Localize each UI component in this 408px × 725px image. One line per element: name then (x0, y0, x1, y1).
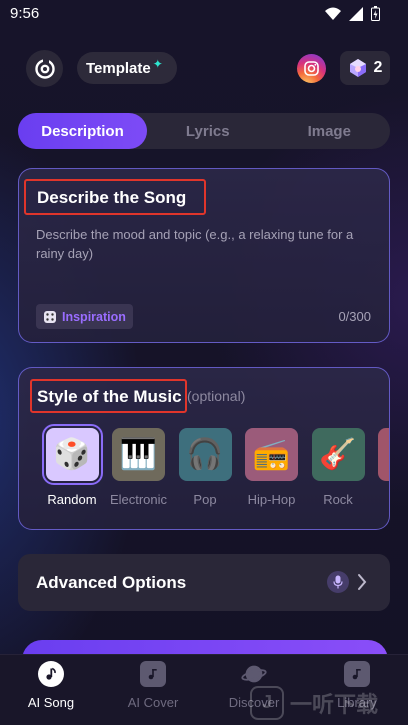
instagram-icon (304, 61, 319, 76)
style-option[interactable]: 🎸 Rock (305, 428, 371, 507)
mode-tabs: Description Lyrics Image (18, 113, 390, 149)
app-logo-icon (34, 57, 55, 79)
style-option-label: Rock (323, 492, 353, 507)
watermark: J 一听下载 (250, 680, 408, 725)
tab-image[interactable]: Image (269, 113, 391, 149)
watermark-text: 一听下载 (290, 691, 379, 717)
nav-label: AI Song (27, 695, 75, 710)
style-options: 🎲 Random 🎹 Electronic 🎧 Pop 📻 Hip-Hop 🎸 Rock (39, 424, 389, 507)
style-option[interactable]: 🎹 Electronic (106, 428, 172, 507)
music-style-card: Style of the Music (optional) 🎲 Random 🎹 El… (18, 367, 390, 530)
template-label: Template (86, 59, 151, 77)
battery-icon (371, 6, 380, 21)
sparkle-icon: ✦ (152, 57, 163, 71)
style-option[interactable]: 📻 Hip-Hop (239, 428, 305, 507)
status-time: 9:56 (10, 5, 40, 22)
credits-badge[interactable]: 2 (340, 51, 390, 85)
guitar-icon: 🎸 (311, 428, 365, 481)
chevron-right-icon (358, 574, 367, 590)
microphone-icon[interactable] (327, 571, 349, 593)
app-header: Template ✦ 2 (0, 48, 408, 88)
description-input[interactable]: Describe the mood and topic (e.g., a rel… (36, 225, 376, 263)
music-file-icon (140, 661, 166, 687)
advanced-options-row[interactable]: Advanced Options (18, 554, 390, 611)
style-option-label: Hip-Hop (247, 492, 296, 507)
boombox-icon: 📻 (245, 428, 298, 481)
style-option-label: Electronic (109, 492, 168, 507)
headphones-icon: 🎧 (178, 428, 232, 481)
nav-ai-cover[interactable]: AI Cover (113, 661, 193, 710)
status-bar: 9:56 (0, 0, 408, 30)
signal-icon (349, 6, 363, 21)
style-title: Style of the Music (37, 387, 182, 406)
template-button[interactable]: Template ✦ (77, 52, 177, 84)
gem-icon (349, 59, 366, 77)
describe-song-card[interactable]: Describe the Song Describe the mood and … (18, 168, 390, 343)
describe-title: Describe the Song (37, 188, 187, 207)
instagram-button[interactable] (297, 54, 326, 83)
advanced-options-label: Advanced Options (36, 573, 187, 592)
nav-label: AI Cover (127, 695, 179, 710)
inspiration-button[interactable]: Inspiration (36, 304, 133, 329)
tab-lyrics[interactable]: Lyrics (147, 113, 269, 149)
background (0, 0, 408, 725)
wifi-icon (325, 7, 341, 20)
dice-icon (44, 310, 56, 323)
style-option[interactable]: 🎲 Random (39, 424, 105, 507)
style-option[interactable]: 🎧 Pop (172, 428, 238, 507)
watermark-logo-icon: J (250, 685, 284, 720)
more-style-icon (378, 428, 389, 481)
style-option-label: Random (47, 492, 97, 507)
app-logo-button[interactable] (26, 50, 63, 87)
character-counter: 0/300 (338, 309, 371, 324)
dice-icon: 🎲 (41, 424, 103, 485)
nav-ai-song[interactable]: AI Song (11, 661, 91, 710)
music-note-icon (38, 661, 64, 687)
status-icons (325, 6, 380, 21)
tab-description[interactable]: Description (18, 113, 147, 149)
style-option[interactable] (372, 428, 389, 507)
credits-count: 2 (373, 59, 383, 76)
optional-label: (optional) (187, 388, 246, 404)
style-option-label: Pop (193, 492, 217, 507)
inspiration-label: Inspiration (62, 309, 126, 324)
synth-icon: 🎹 (112, 428, 165, 481)
